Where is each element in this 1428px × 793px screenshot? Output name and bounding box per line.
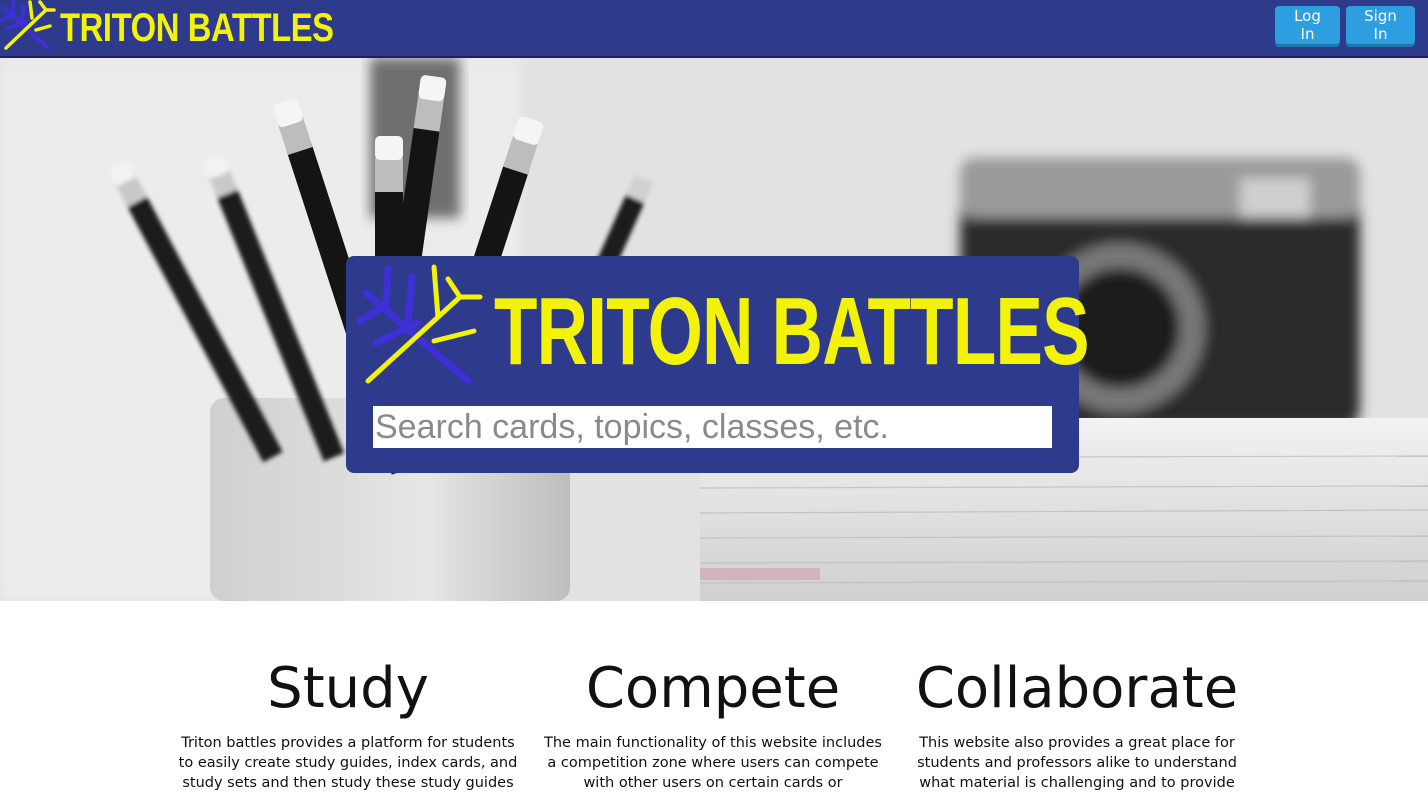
nav-logo[interactable]: TRITON BATTLES xyxy=(0,0,394,54)
hero-logo: TRITON BATTLES xyxy=(356,263,1090,395)
feature-collaborate: Collaborate This website also provides a… xyxy=(907,653,1247,793)
trident-icon xyxy=(356,263,486,395)
feature-title: Study xyxy=(267,656,429,721)
hero-search-panel: TRITON BATTLES xyxy=(346,256,1090,473)
feature-compete: Compete The main functionality of this w… xyxy=(543,653,883,793)
hero-section: TRITON BATTLES xyxy=(0,58,1428,601)
sign-in-button[interactable]: Sign In xyxy=(1346,6,1415,44)
hero-brand-name: TRITON BATTLES xyxy=(494,278,1090,385)
feature-description: The main functionality of this website i… xyxy=(544,735,882,791)
search-input[interactable] xyxy=(373,406,1052,448)
feature-title: Collaborate xyxy=(915,656,1239,721)
feature-study: Study Triton battles provides a platform… xyxy=(178,653,518,793)
log-in-button[interactable]: Log In xyxy=(1275,6,1340,44)
top-navbar: TRITON BATTLES Log In Sign In xyxy=(0,0,1428,58)
trident-icon xyxy=(0,0,58,54)
brand-name: TRITON BATTLES xyxy=(60,5,334,50)
feature-description: Triton battles provides a platform for s… xyxy=(178,735,518,791)
feature-title: Compete xyxy=(585,656,841,721)
feature-description: This website also provides a great place… xyxy=(917,735,1237,791)
features-section: Study Triton battles provides a platform… xyxy=(0,601,1428,791)
